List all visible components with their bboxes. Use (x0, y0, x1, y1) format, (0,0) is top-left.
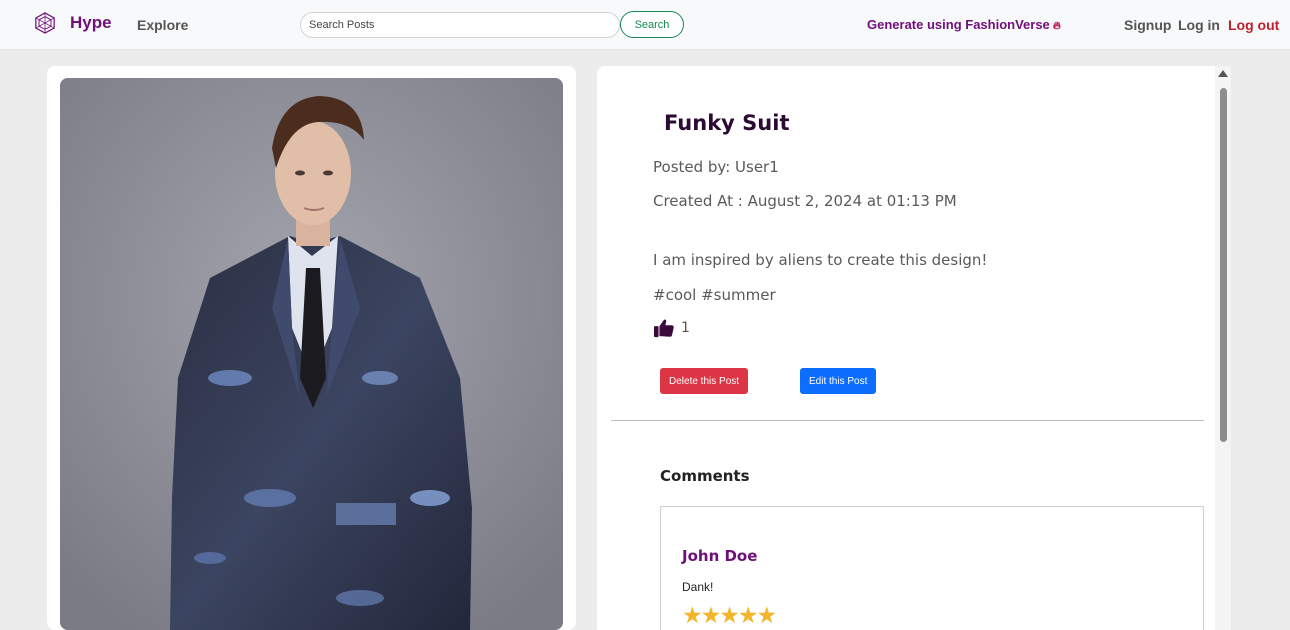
logout-link[interactable]: Log out (1228, 17, 1279, 33)
star-rating-icon: ★★★★★ (682, 602, 777, 628)
brand-link[interactable]: Hype (34, 12, 112, 34)
thumbs-up-icon[interactable] (653, 318, 675, 338)
divider (611, 420, 1204, 421)
posted-by: Posted by: User1 (653, 158, 779, 176)
navbar: Hype Explore Search Generate using Fashi… (0, 0, 1290, 50)
search-button[interactable]: Search (620, 11, 684, 38)
scroll-up-arrow-icon[interactable] (1218, 70, 1228, 77)
post-description: I am inspired by aliens to create this d… (653, 251, 988, 269)
comment-author[interactable]: John Doe (682, 547, 757, 565)
scrollbar[interactable] (1215, 66, 1231, 630)
post-tags: #cool #summer (653, 286, 776, 304)
created-at: Created At : August 2, 2024 at 01:13 PM (653, 192, 957, 210)
search-input[interactable] (300, 12, 620, 38)
brand-name: Hype (70, 13, 112, 32)
comment-card: John Doe Dank! ★★★★★ (660, 506, 1204, 630)
hexagon-logo-icon (35, 12, 55, 34)
suit-illustration (60, 78, 563, 630)
nav-explore-link[interactable]: Explore (137, 17, 188, 33)
comments-heading: Comments (660, 467, 750, 485)
generate-label: Generate using FashionVerse (867, 17, 1050, 32)
signup-link[interactable]: Signup (1124, 17, 1171, 33)
generate-fashionverse-link[interactable]: Generate using FashionVerse 🔥︎ (867, 17, 1061, 33)
post-title: Funky Suit (664, 111, 790, 135)
post-image (60, 78, 563, 630)
login-link[interactable]: Log in (1178, 17, 1220, 33)
like-count: 1 (681, 320, 690, 336)
edit-post-button[interactable]: Edit this Post (800, 368, 877, 394)
scroll-thumb[interactable] (1220, 88, 1227, 442)
post-image-card (47, 66, 576, 630)
post-details-card: Funky Suit Posted by: User1 Created At :… (597, 66, 1231, 630)
delete-post-button[interactable]: Delete this Post (660, 368, 749, 394)
like-control[interactable]: 1 (653, 318, 690, 338)
comment-text: Dank! (682, 580, 714, 594)
flame-icon: 🔥︎ (1052, 20, 1061, 32)
